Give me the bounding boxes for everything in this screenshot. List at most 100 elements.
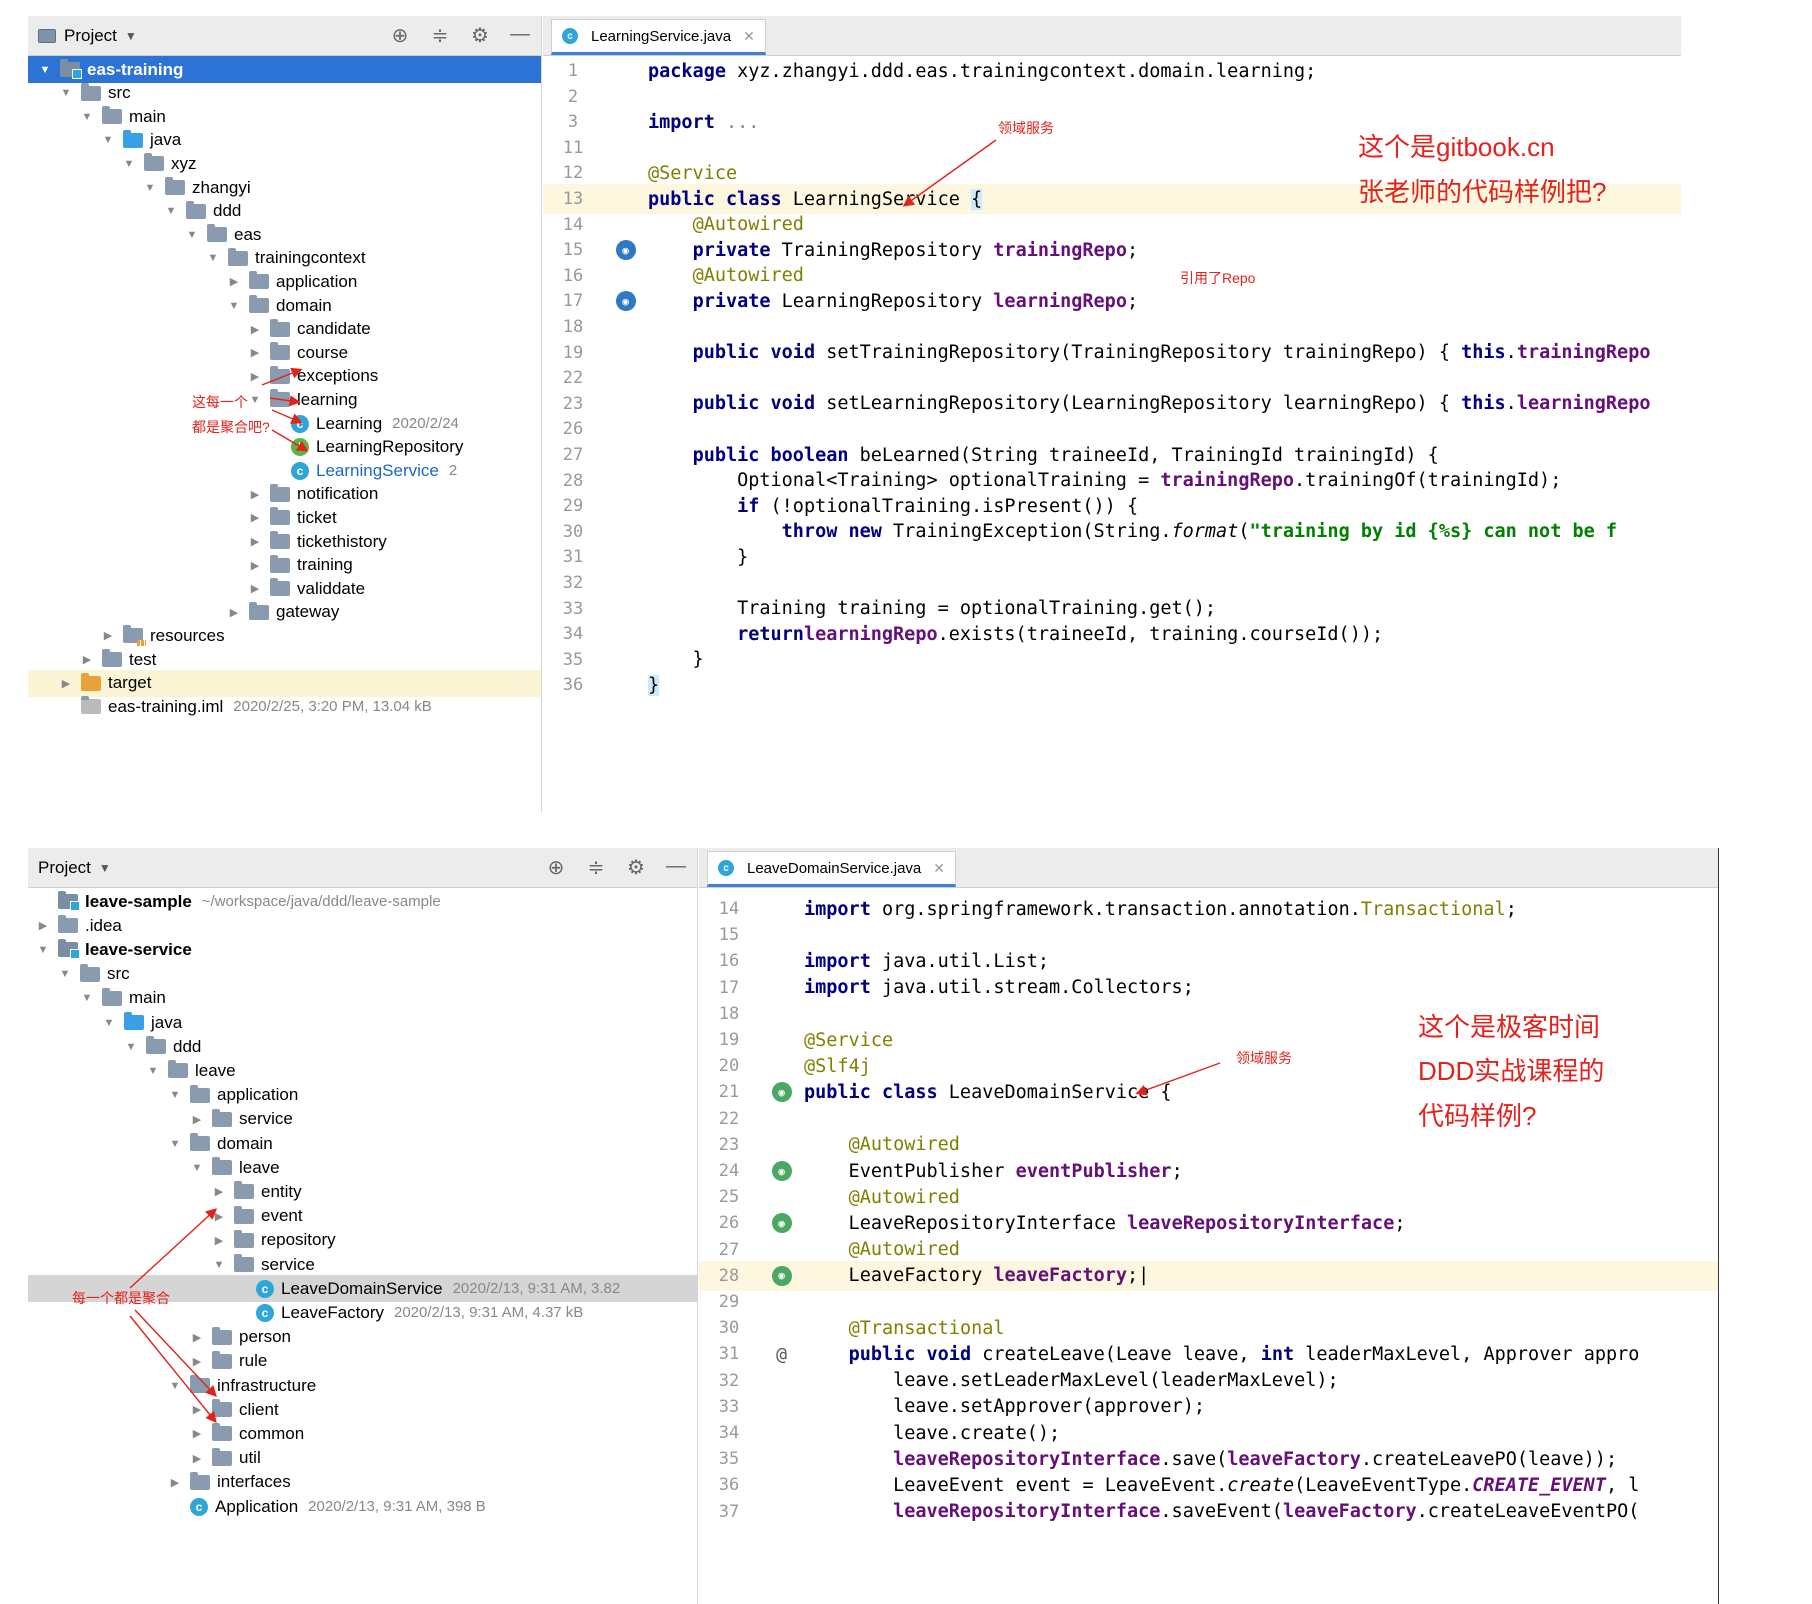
tree-item-util[interactable]: ▶ util xyxy=(28,1445,697,1472)
chevron-right-icon[interactable]: ▶ xyxy=(190,1452,204,1465)
chevron-down-icon[interactable]: ▼ xyxy=(99,861,111,875)
tree-item-person[interactable]: ▶ person xyxy=(28,1324,697,1351)
chevron-down-icon[interactable]: ▼ xyxy=(80,111,94,123)
spring-bean-icon[interactable]: ◉ xyxy=(771,1213,792,1234)
tree-item-label: leave-sample xyxy=(85,891,192,911)
tree-item-leave-service[interactable]: ▼ leave-service xyxy=(28,936,697,963)
tree-item--idea[interactable]: ▶ .idea xyxy=(28,912,697,939)
hide-icon[interactable]: — xyxy=(509,23,531,48)
chevron-right-icon[interactable]: ▶ xyxy=(212,1234,226,1247)
collapse-all-icon[interactable]: ≑ xyxy=(429,23,451,48)
gear-icon[interactable]: ⚙ xyxy=(625,855,647,880)
tree-item-leave[interactable]: ▼ leave xyxy=(28,1154,697,1181)
chevron-right-icon[interactable]: ▶ xyxy=(101,629,115,642)
chevron-down-icon[interactable]: ▼ xyxy=(125,29,137,43)
chevron-down-icon[interactable]: ▼ xyxy=(36,944,50,956)
chevron-right-icon[interactable]: ▶ xyxy=(36,919,50,932)
chevron-down-icon[interactable]: ▼ xyxy=(185,229,199,241)
chevron-right-icon[interactable]: ▶ xyxy=(248,511,262,524)
chevron-down-icon[interactable]: ▼ xyxy=(227,300,241,312)
chevron-right-icon[interactable]: ▶ xyxy=(248,488,262,501)
chevron-down-icon[interactable]: ▼ xyxy=(168,1138,182,1150)
chevron-right-icon[interactable]: ▶ xyxy=(168,1476,182,1489)
gear-icon[interactable]: ⚙ xyxy=(469,23,491,48)
project-title[interactable]: Project xyxy=(64,26,117,46)
chevron-down-icon[interactable]: ▼ xyxy=(168,1089,182,1101)
collapse-all-icon[interactable]: ≑ xyxy=(585,855,607,880)
tree-item-java[interactable]: ▼ java xyxy=(28,1009,697,1036)
bottom-code-editor[interactable]: 14 import org.springframework.transaction… xyxy=(699,894,1718,1604)
tree-item-service[interactable]: ▶ service xyxy=(28,1106,697,1133)
chevron-down-icon[interactable]: ▼ xyxy=(101,134,115,146)
chevron-right-icon[interactable]: ▶ xyxy=(190,1427,204,1440)
hide-icon[interactable]: — xyxy=(665,855,687,880)
spring-bean-icon[interactable]: ◉ xyxy=(771,1161,792,1181)
chevron-down-icon[interactable]: ▼ xyxy=(80,992,94,1004)
tree-item-rule[interactable]: ▶ rule xyxy=(28,1348,697,1375)
chevron-right-icon[interactable]: ▶ xyxy=(190,1331,204,1344)
project-title[interactable]: Project xyxy=(38,858,91,878)
chevron-right-icon[interactable]: ▶ xyxy=(248,346,262,359)
tree-item-main[interactable]: ▼ main xyxy=(28,985,697,1012)
spring-bean-icon[interactable]: ◉ xyxy=(615,291,636,312)
chevron-down-icon[interactable]: ▼ xyxy=(190,1162,204,1174)
tree-item-interfaces[interactable]: ▶ interfaces xyxy=(28,1469,697,1496)
tree-item-repository[interactable]: ▶ repository xyxy=(28,1227,697,1254)
chevron-right-icon[interactable]: ▶ xyxy=(227,606,241,619)
chevron-down-icon[interactable]: ▼ xyxy=(212,1259,226,1271)
code-token: @Autowired xyxy=(692,265,804,287)
code-line[interactable]: 37 leaveRepositoryInterface.saveEvent(le… xyxy=(699,1497,1718,1527)
tree-item-event[interactable]: ▶ event xyxy=(28,1203,697,1230)
chevron-down-icon[interactable]: ▼ xyxy=(38,64,52,76)
locate-icon[interactable]: ⊕ xyxy=(545,855,567,880)
tree-item-leave-sample[interactable]: leave-sample ~/workspace/java/ddd/leave-s… xyxy=(28,888,697,915)
top-code-editor[interactable]: 1 package xyz.zhangyi.ddd.eas.trainingcon… xyxy=(543,56,1681,812)
code-line[interactable]: 36} xyxy=(543,670,1681,700)
spring-bean-icon[interactable]: ◉ xyxy=(615,240,636,261)
tree-item-domain[interactable]: ▼ domain xyxy=(28,1130,697,1157)
chevron-right-icon[interactable]: ▶ xyxy=(248,370,262,383)
chevron-down-icon[interactable]: ▼ xyxy=(58,968,72,980)
tree-item-application[interactable]: c Application 2020/2/13, 9:31 AM, 398 B xyxy=(28,1493,697,1520)
chevron-right-icon[interactable]: ▶ xyxy=(190,1355,204,1368)
chevron-down-icon[interactable]: ▼ xyxy=(168,1380,182,1392)
chevron-right-icon[interactable]: ▶ xyxy=(248,535,262,548)
chevron-down-icon[interactable]: ▼ xyxy=(206,252,220,264)
tree-item-leave[interactable]: ▼ leave xyxy=(28,1057,697,1084)
chevron-right-icon[interactable]: ▶ xyxy=(212,1210,226,1223)
at-icon[interactable]: @ xyxy=(776,1344,787,1365)
chevron-down-icon[interactable]: ▼ xyxy=(146,1065,160,1077)
tree-item-application[interactable]: ▼ application xyxy=(28,1082,697,1109)
tree-item-client[interactable]: ▶ client xyxy=(28,1396,697,1423)
close-icon[interactable]: ✕ xyxy=(933,860,945,877)
tree-item-infrastructure[interactable]: ▼ infrastructure xyxy=(28,1372,697,1399)
chevron-right-icon[interactable]: ▶ xyxy=(80,653,94,666)
tree-item-common[interactable]: ▶ common xyxy=(28,1420,697,1447)
chevron-right-icon[interactable]: ▶ xyxy=(190,1403,204,1416)
chevron-right-icon[interactable]: ▶ xyxy=(248,582,262,595)
close-icon[interactable]: ✕ xyxy=(743,28,755,45)
spring-bean-icon[interactable]: ◉ xyxy=(771,1265,792,1286)
spring-bean-icon[interactable]: ◉ xyxy=(771,1082,792,1103)
tree-item-src[interactable]: ▼ src xyxy=(28,961,697,988)
tree-item-eas-training-iml[interactable]: eas-training.iml 2020/2/25, 3:20 PM, 13.0… xyxy=(28,693,541,720)
chevron-down-icon[interactable]: ▼ xyxy=(102,1017,116,1029)
tree-item-ddd[interactable]: ▼ ddd xyxy=(28,1033,697,1060)
chevron-down-icon[interactable]: ▼ xyxy=(59,87,73,99)
locate-icon[interactable]: ⊕ xyxy=(389,23,411,48)
tree-item-service[interactable]: ▼ service xyxy=(28,1251,697,1278)
tab-learning-service[interactable]: c LearningService.java ✕ xyxy=(551,19,766,55)
tab-leave-domain-service[interactable]: c LeaveDomainService.java ✕ xyxy=(707,851,956,887)
chevron-down-icon[interactable]: ▼ xyxy=(122,158,136,170)
chevron-right-icon[interactable]: ▶ xyxy=(212,1185,226,1198)
chevron-right-icon[interactable]: ▶ xyxy=(59,677,73,690)
chevron-right-icon[interactable]: ▶ xyxy=(190,1113,204,1126)
chevron-right-icon[interactable]: ▶ xyxy=(227,275,241,288)
chevron-right-icon[interactable]: ▶ xyxy=(248,323,262,336)
tree-item-entity[interactable]: ▶ entity xyxy=(28,1178,697,1205)
chevron-down-icon[interactable]: ▼ xyxy=(124,1041,138,1053)
chevron-down-icon[interactable]: ▼ xyxy=(248,394,262,406)
chevron-down-icon[interactable]: ▼ xyxy=(143,182,157,194)
chevron-right-icon[interactable]: ▶ xyxy=(248,559,262,572)
chevron-down-icon[interactable]: ▼ xyxy=(164,205,178,217)
